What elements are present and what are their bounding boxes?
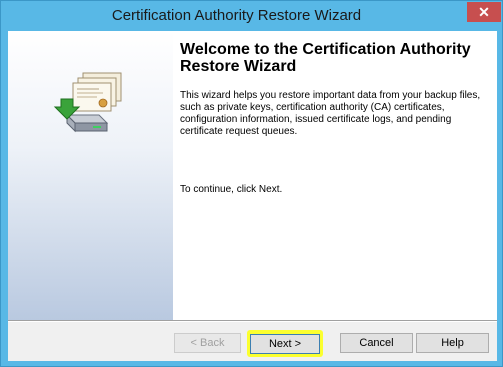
wizard-side-panel — [8, 31, 173, 320]
continue-instruction: To continue, click Next. — [180, 184, 283, 195]
cancel-button[interactable]: Cancel — [340, 333, 413, 353]
next-button[interactable]: Next > — [250, 334, 320, 354]
button-separator — [8, 320, 497, 322]
welcome-description: This wizard helps you restore important … — [180, 90, 481, 137]
certificates-restore-disk-icon — [53, 72, 122, 133]
title-bar[interactable]: Certification Authority Restore Wizard — [1, 1, 502, 31]
wizard-client-area: Welcome to the Certification Authority R… — [8, 31, 497, 361]
help-button[interactable]: Help — [416, 333, 489, 353]
window-title: Certification Authority Restore Wizard — [111, 7, 362, 24]
wizard-content: Welcome to the Certification Authority R… — [173, 31, 497, 320]
wizard-window: Certification Authority Restore Wizard ✕ — [0, 0, 503, 367]
welcome-heading: Welcome to the Certification Authority R… — [180, 41, 471, 75]
close-icon[interactable]: ✕ — [467, 2, 501, 22]
back-button[interactable]: < Back — [174, 333, 241, 353]
